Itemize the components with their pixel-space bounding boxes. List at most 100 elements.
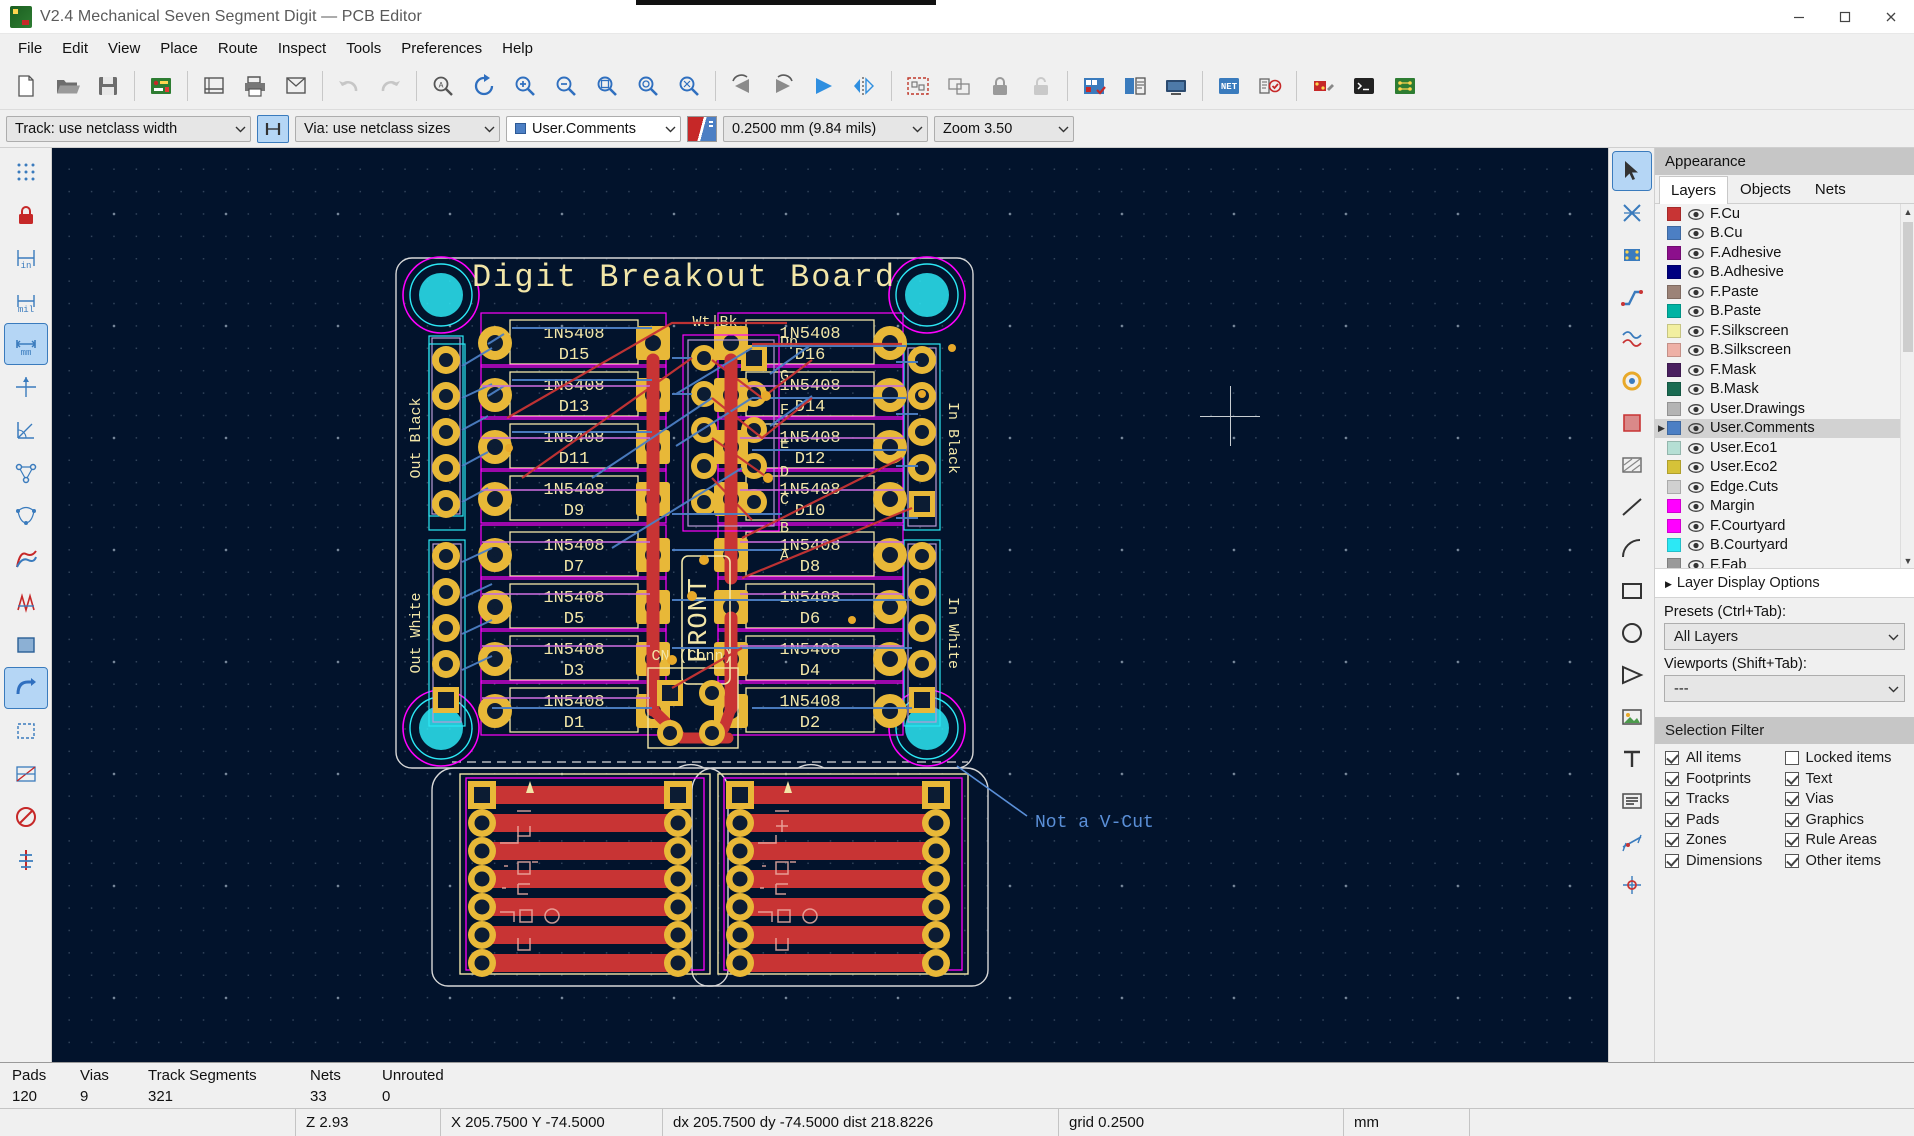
menu-preferences[interactable]: Preferences (391, 36, 492, 61)
layer-row-f-mask[interactable]: F.Mask (1655, 360, 1900, 380)
eye-visibility-icon[interactable] (1688, 422, 1704, 435)
units-inch-tool[interactable]: in (5, 238, 47, 278)
redo-button[interactable] (370, 66, 410, 106)
layer-row-f-adhesive[interactable]: F.Adhesive (1655, 243, 1900, 263)
layer-color-swatch[interactable] (1667, 538, 1681, 553)
rule-area-tool[interactable] (1613, 446, 1651, 484)
add-dimension-tool[interactable] (1613, 824, 1651, 862)
ratsnest-lines-tool[interactable] (5, 453, 47, 493)
contrast-mode-tool[interactable] (5, 797, 47, 837)
layer-color-swatch[interactable] (1667, 518, 1681, 533)
crosshair-cursor-tool[interactable] (5, 367, 47, 407)
eye-visibility-icon[interactable] (1688, 383, 1704, 396)
layer-list[interactable]: F.Cu B.Cu F.Adhesive B.Adhesive F.Paste B.Pas… (1655, 204, 1914, 569)
zone-filled-tool[interactable] (5, 539, 47, 579)
layer-display-options-toggle[interactable]: ▶ Layer Display Options (1655, 569, 1914, 598)
minimize-button[interactable] (1776, 0, 1822, 33)
eye-visibility-icon[interactable] (1688, 305, 1704, 318)
layer-color-swatch[interactable] (1667, 440, 1681, 455)
page-settings-button[interactable] (194, 66, 234, 106)
layer-row-user-drawings[interactable]: User.Drawings (1655, 399, 1900, 419)
place-footprint-tool[interactable] (1613, 236, 1651, 274)
layer-row-b-silkscreen[interactable]: B.Silkscreen (1655, 341, 1900, 361)
eye-visibility-icon[interactable] (1688, 364, 1704, 376)
filter-rule-areas[interactable]: Rule Areas (1784, 832, 1905, 848)
route-track-tool[interactable] (1613, 278, 1651, 316)
plot-button[interactable] (276, 66, 316, 106)
layer-color-swatch[interactable] (1667, 479, 1681, 494)
units-mm-tool[interactable]: mm (3, 323, 48, 365)
layer-color-swatch[interactable] (1667, 499, 1681, 514)
scrollbar-thumb[interactable] (1903, 222, 1913, 352)
layer-pair-button[interactable] (687, 115, 717, 142)
filter-dimensions[interactable]: Dimensions (1665, 853, 1785, 869)
layer-color-swatch[interactable] (1667, 382, 1681, 397)
layer-color-swatch[interactable] (1667, 304, 1681, 319)
layer-row-b-mask[interactable]: B.Mask (1655, 380, 1900, 400)
layer-row-margin[interactable]: Margin (1655, 497, 1900, 517)
zoom-out-button[interactable] (546, 66, 586, 106)
eye-visibility-icon[interactable] (1688, 461, 1704, 474)
layer-color-swatch[interactable] (1667, 557, 1681, 568)
print-button[interactable] (235, 66, 275, 106)
layer-row-f-fab[interactable]: F.Fab (1655, 555, 1900, 568)
layer-row-f-cu[interactable]: F.Cu (1655, 204, 1900, 224)
track-width-auto-toggle[interactable] (257, 114, 289, 143)
layer-row-b-adhesive[interactable]: B.Adhesive (1655, 263, 1900, 283)
maximize-button[interactable] (1822, 0, 1868, 33)
filter-text[interactable]: Text (1784, 771, 1905, 787)
eye-visibility-icon[interactable] (1688, 247, 1704, 259)
eye-visibility-icon[interactable] (1688, 227, 1704, 240)
open-board-button[interactable] (47, 66, 87, 106)
layer-row-b-courtyard[interactable]: B.Courtyard (1655, 536, 1900, 556)
find-button[interactable]: A (423, 66, 463, 106)
board-setup-button[interactable] (141, 66, 181, 106)
layer-row-user-comments[interactable]: ▶ User.Comments (1655, 418, 1900, 438)
ratsnest-curved-tool[interactable] (5, 496, 47, 536)
layer-row-f-silkscreen[interactable]: F.Silkscreen (1655, 321, 1900, 341)
menu-help[interactable]: Help (492, 36, 543, 61)
pcb-board-button[interactable] (1385, 66, 1425, 106)
track-width-select[interactable]: Track: use netclass width (6, 115, 251, 142)
eye-visibility-icon[interactable] (1688, 286, 1704, 298)
grid-select[interactable]: 0.2500 mm (9.84 mils) (723, 115, 928, 142)
filter-tracks[interactable]: Tracks (1665, 791, 1785, 807)
filter-vias[interactable]: Vias (1784, 791, 1905, 807)
3d-viewer-button[interactable] (1156, 66, 1196, 106)
menu-edit[interactable]: Edit (52, 36, 98, 61)
grid-dots-tool[interactable] (5, 152, 47, 192)
layer-color-swatch[interactable] (1667, 284, 1681, 299)
add-textbox-tool[interactable] (1613, 782, 1651, 820)
zone-outline-tool[interactable] (5, 582, 47, 622)
layer-row-edge-cuts[interactable]: Edge.Cuts (1655, 477, 1900, 497)
checkbox[interactable] (1784, 792, 1799, 806)
filter-locked-items[interactable]: Locked items (1784, 750, 1905, 766)
rotate-ccw-button[interactable] (722, 66, 762, 106)
layer-row-b-cu[interactable]: B.Cu (1655, 224, 1900, 244)
footprint-editor-button[interactable] (1303, 66, 1343, 106)
layer-color-swatch[interactable] (1667, 245, 1681, 260)
layer-color-swatch[interactable] (1667, 343, 1681, 358)
layer-color-swatch[interactable] (1667, 362, 1681, 377)
layer-row-f-paste[interactable]: F.Paste (1655, 282, 1900, 302)
new-board-button[interactable] (6, 66, 46, 106)
checkbox[interactable] (1784, 751, 1799, 765)
tab-nets[interactable]: Nets (1803, 175, 1858, 203)
eye-visibility-icon[interactable] (1688, 442, 1704, 454)
checkbox[interactable] (1784, 833, 1799, 847)
layer-row-user-eco1[interactable]: User.Eco1 (1655, 438, 1900, 458)
zoom-in-button[interactable] (505, 66, 545, 106)
checkbox[interactable] (1665, 771, 1679, 786)
add-via-tool[interactable] (1613, 362, 1651, 400)
units-mil-tool[interactable]: mil (5, 281, 47, 321)
draw-rectangle-tool[interactable] (1613, 572, 1651, 610)
filter-graphics[interactable]: Graphics (1784, 812, 1905, 828)
draw-arc-tool[interactable] (1613, 530, 1651, 568)
set-origin-tool[interactable] (1613, 866, 1651, 904)
pcb-canvas[interactable]: Digit Breakout Board Out Black Out White… (52, 148, 1608, 1062)
layer-row-b-paste[interactable]: B.Paste (1655, 302, 1900, 322)
menu-file[interactable]: File (8, 36, 52, 61)
presets-select[interactable]: All Layers (1664, 623, 1905, 650)
eye-visibility-icon[interactable] (1688, 520, 1704, 532)
checkbox[interactable] (1784, 853, 1799, 868)
